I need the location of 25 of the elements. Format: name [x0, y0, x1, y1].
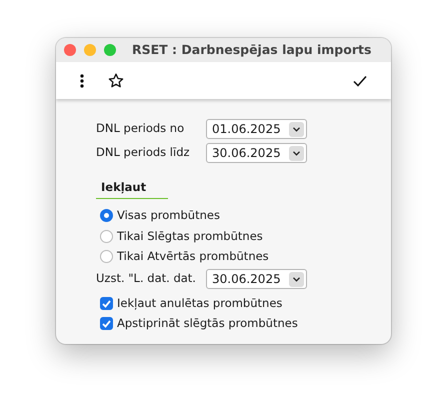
radio-button[interactable] [100, 230, 113, 243]
checkbox[interactable] [100, 317, 113, 330]
section-heading: Iekļaut [96, 179, 168, 200]
close-button[interactable] [64, 44, 76, 56]
chevron-icon[interactable] [289, 122, 304, 136]
chevron-icon[interactable] [289, 272, 304, 286]
checkbox-label: Apstiprināt slēgtās prombūtnes [117, 315, 298, 332]
confirm-check-icon[interactable] [353, 74, 367, 87]
radio-label: Tikai Atvērtās prombūtnes [117, 248, 269, 265]
more-menu-icon[interactable] [80, 74, 84, 88]
field-label: DNL periods no [96, 120, 186, 138]
date-dropdown[interactable]: 30.06.2025 [206, 269, 307, 289]
radio-label: Visas prombūtnes [117, 207, 220, 224]
radio-button[interactable] [100, 250, 113, 263]
checkbox-label: Iekļaut anulētas prombūtnes [117, 295, 282, 312]
radio-label: Tikai Slēgtas prombūtnes [117, 228, 263, 244]
chevron-icon[interactable] [289, 146, 304, 160]
radio-button[interactable] [100, 209, 113, 222]
date-dropdown[interactable]: 30.06.2025 [206, 143, 307, 163]
star-icon[interactable] [108, 72, 124, 88]
checkbox[interactable] [100, 297, 113, 310]
field-label: DNL periods līdz [96, 144, 191, 162]
field-label: Uzst. "L. dat. dat. [96, 270, 197, 288]
date-dropdown[interactable]: 01.06.2025 [206, 119, 307, 139]
window-title: RSET : Darbnespējas lapu imports [132, 40, 372, 59]
